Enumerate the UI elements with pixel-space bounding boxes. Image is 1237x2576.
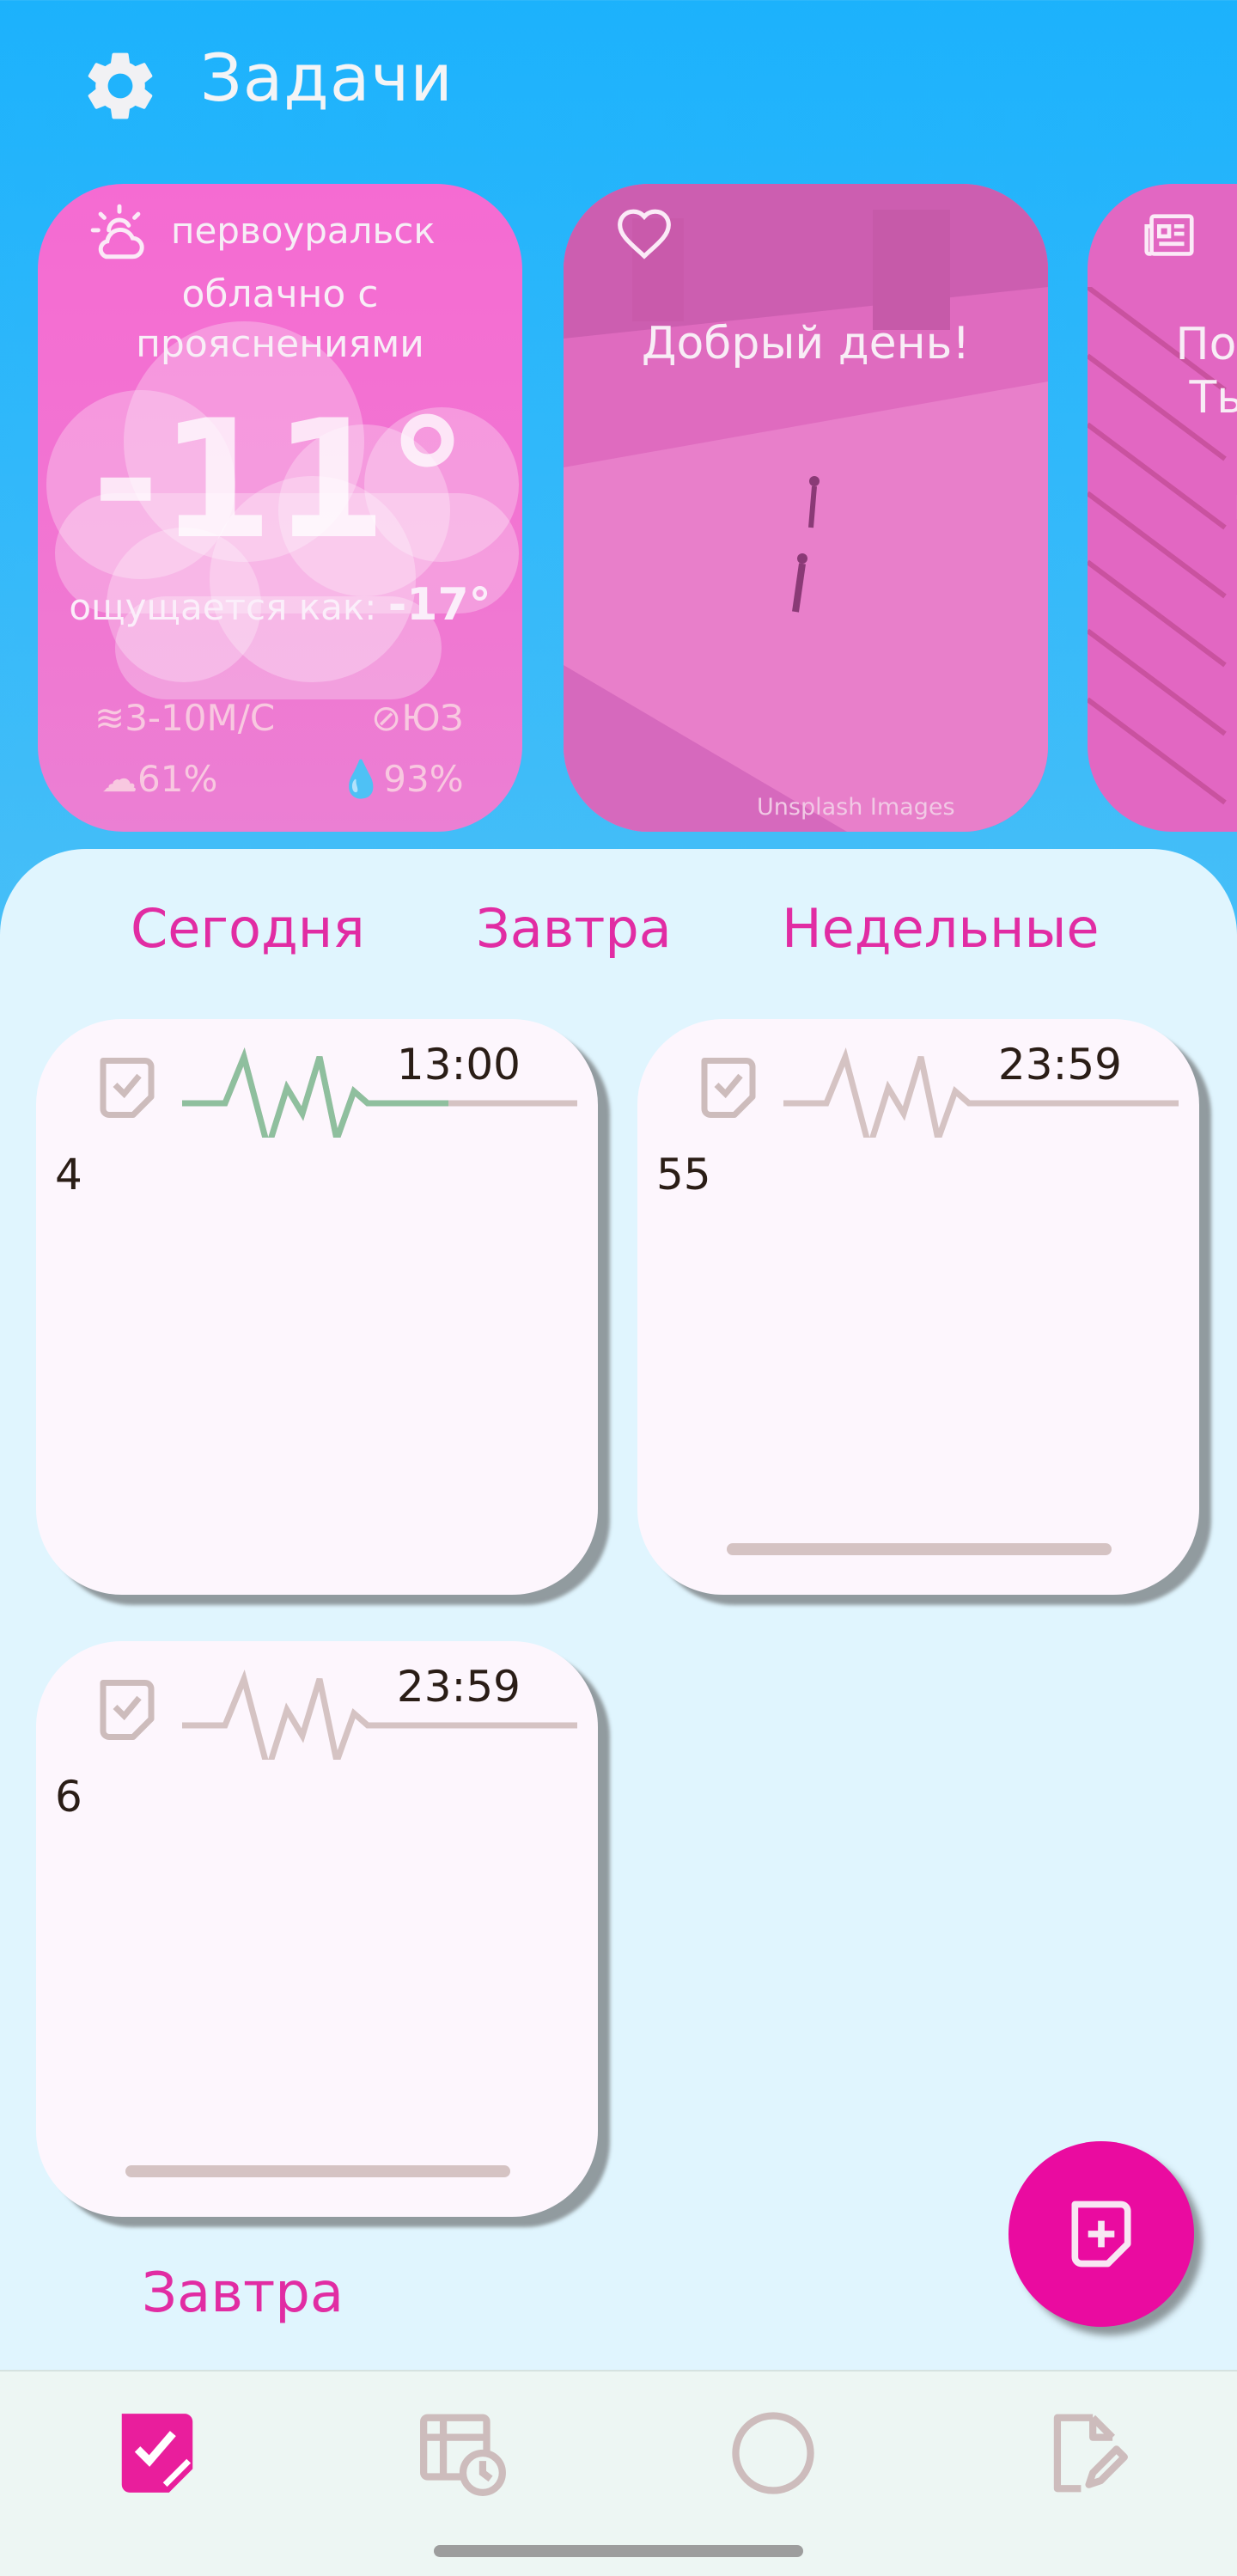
cards-carousel[interactable]: первоуральск облачно с прояснениями -11°… xyxy=(0,184,1237,837)
task-time: 23:59 xyxy=(997,1040,1122,1090)
feels-like-label: ощущается как: xyxy=(69,586,377,628)
heart-icon[interactable] xyxy=(615,206,673,265)
circle-icon[interactable] xyxy=(726,2406,820,2500)
drop-icon: 💧 xyxy=(338,758,384,800)
tab-today[interactable]: Сегодня xyxy=(131,897,365,966)
task-time: 23:59 xyxy=(396,1662,521,1712)
wind-stat: ≋3-10М/С xyxy=(94,697,275,739)
compass-icon: ⊘ xyxy=(371,697,402,739)
task-card[interactable]: 13:00 4 xyxy=(36,1019,598,1595)
tasks-icon[interactable] xyxy=(110,2406,204,2500)
feels-like-value: -17° xyxy=(387,579,491,631)
cloudiness-value: 61% xyxy=(137,758,218,800)
calendar-clock-icon[interactable] xyxy=(416,2406,510,2500)
greeting-text: Добрый день! xyxy=(641,318,971,369)
weather-temperature: -11° xyxy=(91,385,469,575)
weather-card[interactable]: первоуральск облачно с прояснениями -11°… xyxy=(38,184,522,832)
humidity-stat: 💧93% xyxy=(338,758,464,801)
section-label-tomorrow: Завтра xyxy=(142,2262,344,2325)
task-progress-bar xyxy=(125,2165,510,2177)
news-text-line3: мо xyxy=(1096,424,1237,478)
tab-weekly[interactable]: Недельные xyxy=(782,897,1100,966)
news-text: Поздр Ты то мо при xyxy=(1096,318,1237,531)
humidity-value: 93% xyxy=(383,758,464,800)
weather-city: первоуральск xyxy=(171,210,436,252)
photo-credit: Unsplash Images xyxy=(757,794,955,821)
wind-icon: ≋ xyxy=(94,697,125,739)
news-text-line2: Ты то xyxy=(1189,372,1237,424)
task-card[interactable]: 23:59 55 xyxy=(637,1019,1199,1595)
task-card[interactable]: 23:59 6 xyxy=(36,1641,598,2217)
add-note-icon xyxy=(1071,2201,1131,2268)
task-progress-bar xyxy=(727,1543,1112,1555)
cloud-icon: ☁ xyxy=(101,758,137,800)
task-done-icon[interactable] xyxy=(91,1674,163,1746)
weather-description: облачно с прояснениями xyxy=(38,270,522,369)
edit-note-icon[interactable] xyxy=(1038,2406,1132,2500)
city-photo xyxy=(564,184,1048,832)
task-title: 55 xyxy=(656,1150,711,1199)
news-text-line1: Поздр xyxy=(1175,319,1237,370)
home-indicator[interactable] xyxy=(434,2545,803,2557)
task-time: 13:00 xyxy=(396,1040,521,1090)
news-icon[interactable] xyxy=(1139,206,1199,266)
news-text-line4: при xyxy=(1096,478,1237,531)
app-header: Задачи xyxy=(0,0,1237,172)
task-done-icon[interactable] xyxy=(91,1052,163,1124)
wind-value: 3-10М/С xyxy=(125,697,276,739)
cloudiness-stat: ☁61% xyxy=(101,758,217,800)
direction-stat: ⊘ЮЗ xyxy=(371,697,463,739)
page-title: Задачи xyxy=(200,40,454,116)
weather-feels-like: ощущается как: -17° xyxy=(38,579,522,631)
news-card[interactable]: Поздр Ты то мо при xyxy=(1088,184,1237,832)
task-title: 6 xyxy=(55,1772,82,1822)
direction-value: ЮЗ xyxy=(401,697,464,739)
partly-cloudy-icon xyxy=(90,204,144,259)
greeting-card[interactable]: Добрый день! Unsplash Images xyxy=(564,184,1048,832)
weather-description-line1: облачно с xyxy=(181,272,379,316)
gear-icon[interactable] xyxy=(79,45,161,127)
task-done-icon[interactable] xyxy=(692,1052,765,1124)
task-title: 4 xyxy=(55,1150,82,1199)
weather-description-line2: прояснениями xyxy=(136,322,424,366)
tab-tomorrow[interactable]: Завтра xyxy=(476,897,672,966)
add-task-button[interactable] xyxy=(1008,2141,1194,2327)
